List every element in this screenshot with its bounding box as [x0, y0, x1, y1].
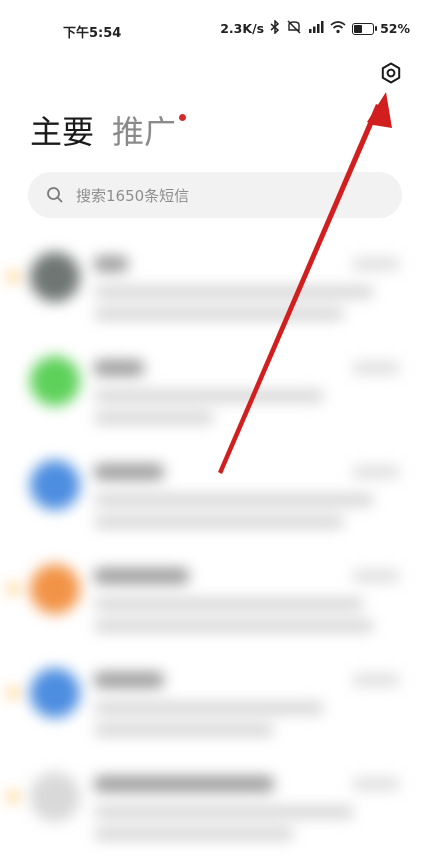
list-item[interactable] [0, 652, 430, 756]
list-item[interactable] [0, 340, 430, 444]
conversation-title [94, 256, 128, 272]
conversation-title [94, 568, 189, 584]
unread-dot [8, 584, 18, 594]
conversation-preview [94, 828, 294, 840]
conversation-title [94, 776, 274, 792]
bluetooth-icon [270, 19, 280, 37]
signal-icon [308, 20, 324, 37]
tab-promotions[interactable]: 推广 [112, 110, 187, 154]
avatar [30, 356, 80, 406]
conversation-preview [94, 494, 374, 506]
mute-icon [286, 20, 302, 37]
list-item[interactable] [0, 236, 430, 340]
conversation-time [352, 466, 400, 478]
avatar [30, 772, 80, 822]
conversation-preview [94, 724, 274, 736]
battery-fill [354, 24, 363, 33]
avatar [30, 564, 80, 614]
avatar [30, 668, 80, 718]
conversation-time [352, 778, 400, 790]
conversation-preview [94, 620, 374, 632]
list-item[interactable] [0, 548, 430, 652]
search-bar[interactable]: 搜索1650条短信 [28, 172, 402, 218]
search-icon [46, 186, 64, 204]
status-bar: 下午5:54 2.3K/s 52% [0, 0, 430, 58]
conversation-preview [94, 806, 354, 818]
unread-badge [179, 114, 187, 121]
arrow-head [367, 92, 392, 128]
avatar [30, 460, 80, 510]
list-item[interactable] [0, 756, 430, 860]
conversation-title [94, 672, 164, 688]
tab-bar: 主要 推广 [30, 110, 187, 154]
settings-button[interactable] [374, 58, 408, 92]
unread-dot [8, 688, 18, 698]
network-speed: 2.3K/s [220, 21, 265, 36]
conversation-preview [94, 598, 364, 610]
conversation-preview [94, 412, 214, 424]
conversation-preview [94, 390, 324, 402]
status-icons: 2.3K/s 52% [220, 19, 410, 37]
tab-promotions-label: 推广 [112, 113, 177, 151]
unread-dot [8, 272, 18, 282]
conversation-preview [94, 286, 374, 298]
conversation-preview [94, 308, 344, 320]
conversation-preview [94, 516, 344, 528]
avatar [30, 252, 80, 302]
conversation-title [94, 464, 164, 480]
search-placeholder: 搜索1650条短信 [76, 186, 190, 205]
tab-primary[interactable]: 主要 [30, 110, 94, 154]
conversation-time [352, 570, 400, 582]
battery-icon [352, 22, 378, 35]
list-item[interactable] [0, 444, 430, 548]
conversation-title [94, 360, 144, 376]
unread-dot [8, 792, 18, 802]
conversation-preview [94, 702, 324, 714]
conversation-list [0, 236, 430, 860]
status-time: 下午5:54 [63, 26, 122, 41]
conversation-time [352, 362, 400, 374]
wifi-icon [330, 20, 346, 37]
gear-icon [379, 61, 403, 89]
conversation-time [352, 674, 400, 686]
battery-percent: 52% [380, 21, 410, 36]
conversation-time [352, 258, 400, 270]
